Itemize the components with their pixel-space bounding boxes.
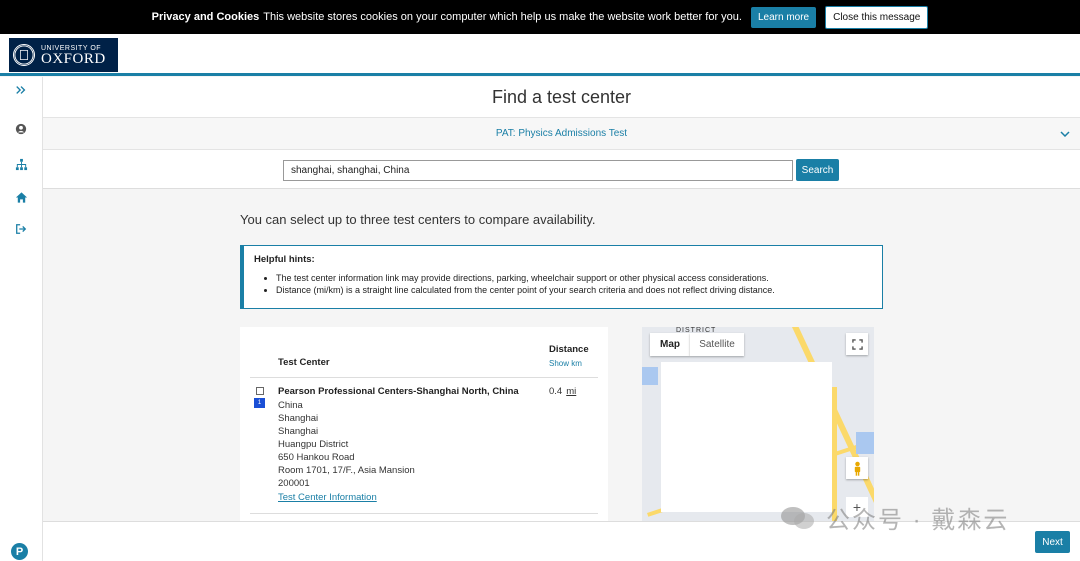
test-center-info-link[interactable]: Test Center Information [278,492,377,503]
logout-icon[interactable] [12,220,30,238]
fullscreen-icon[interactable] [846,333,868,355]
exam-name: PAT: Physics Admissions Test [495,128,628,139]
user-icon[interactable] [12,120,30,138]
helpful-hints: Helpful hints: The test center informati… [240,245,883,309]
intro-text: You can select up to three test centers … [240,212,596,227]
site-header: UNIVERSITY OF OXFORD [0,34,1080,76]
center-name: Pearson Professional Centers-Shanghai No… [278,386,519,397]
address-line: Shanghai [278,426,319,437]
expand-icon[interactable] [12,81,30,99]
street-view-pegman-icon[interactable] [846,457,868,479]
next-button[interactable]: Next [1035,531,1070,553]
search-bar: shanghai, shanghai, China Search [43,150,1080,189]
satellite-tab[interactable]: Satellite [690,333,744,356]
address-line: China [278,400,303,411]
distance-value: 0.4 mi [549,386,576,397]
cookie-title: Privacy and Cookies [151,11,260,23]
address-line: Shanghai [278,413,319,424]
column-header-center: Test Center [278,357,330,368]
home-icon[interactable] [12,188,30,206]
divider [250,513,598,514]
page-title: Find a test center [43,77,1080,117]
address-line: 650 Hankou Road [278,452,355,463]
wechat-icon [781,506,814,529]
exam-selector[interactable]: PAT: Physics Admissions Test [43,117,1080,150]
map-water [856,432,874,454]
location-search-input[interactable]: shanghai, shanghai, China [283,160,793,181]
address-line: Room 1701, 17/F., Asia Mansion [278,465,415,476]
column-header-distance: Distance [549,344,589,355]
distance-unit[interactable]: mi [566,386,576,397]
sitemap-icon[interactable] [12,155,30,173]
chevron-down-icon[interactable] [1060,129,1070,140]
left-sidebar [0,77,43,561]
hint-item: Distance (mi/km) is a straight line calc… [276,285,872,295]
hint-item: The test center information link may pro… [276,273,872,283]
select-center-checkbox[interactable] [256,387,264,395]
close-cookie-button[interactable]: Close this message [825,5,929,29]
cookie-banner: Privacy and Cookies This website stores … [0,0,1080,34]
cookie-message: This website stores cookies on your comp… [263,11,742,23]
distance-number: 0.4 [549,386,563,397]
watermark-text: 公众号 · 戴森云 [826,507,1010,534]
divider [250,377,598,378]
map-blank-area [661,362,832,512]
oxford-logo[interactable]: UNIVERSITY OF OXFORD [9,38,118,72]
address-line: Huangpu District [278,439,349,450]
test-center-results: Test Center Distance Show km 1 Pearson P… [240,327,608,521]
hints-title: Helpful hints: [254,254,315,265]
crest-icon [13,44,35,66]
map-tab[interactable]: Map [650,333,690,356]
address-line: 200001 [278,478,310,489]
map-pin-icon: 1 [254,398,265,408]
logo-line2: OXFORD [41,50,106,67]
pearson-logo-icon: P [11,543,28,560]
watermark: 公众号 · 戴森云 [780,500,1009,535]
learn-more-button[interactable]: Learn more [750,6,817,28]
map-water [642,367,658,385]
search-button[interactable]: Search [796,159,839,181]
map-view[interactable]: DISTRICT Map Satellite + [642,327,874,521]
show-km-link[interactable]: Show km [549,359,582,368]
